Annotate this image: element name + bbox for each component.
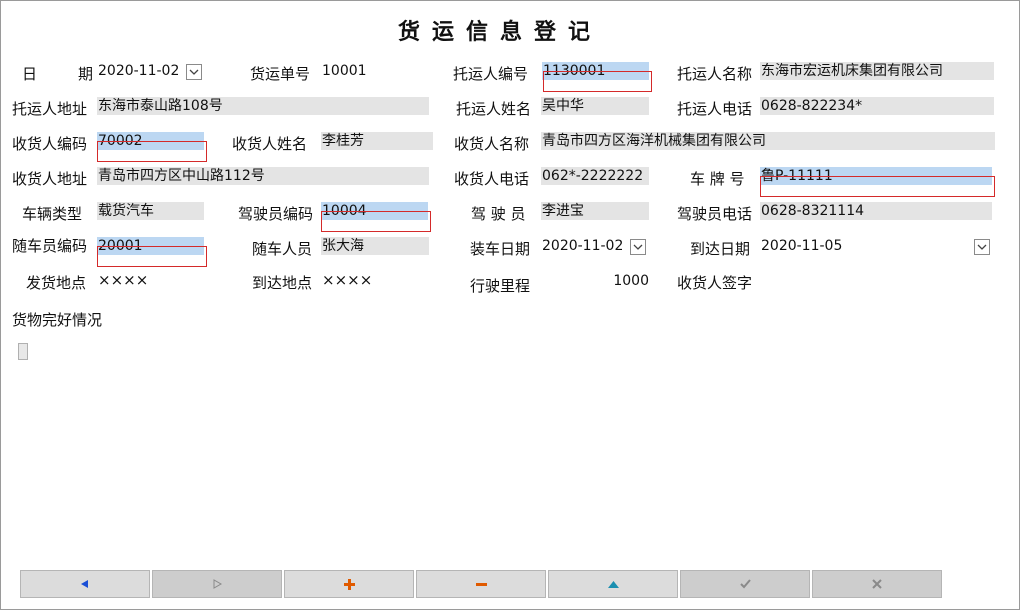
shipper-phone-field[interactable]: 0628-822234*: [760, 97, 994, 115]
waybill-no-field[interactable]: 10001: [321, 62, 422, 80]
consignee-address-field[interactable]: 青岛市四方区中山路112号: [97, 167, 429, 185]
shipper-name-label: 托运人名称: [677, 65, 753, 83]
next-record-button[interactable]: [152, 570, 282, 598]
shipper-code-field[interactable]: 1130001: [542, 62, 649, 80]
form-window: [0, 0, 1020, 610]
date-field[interactable]: 2020-11-02: [97, 62, 183, 80]
date-dropdown-button[interactable]: [186, 64, 202, 80]
shipper-name-field[interactable]: 东海市宏运机床集团有限公司: [760, 62, 994, 80]
signature-label: 收货人签字: [677, 274, 753, 292]
minus-icon: [475, 582, 487, 586]
driver-phone-field[interactable]: 0628-8321114: [760, 202, 992, 220]
condition-checkbox[interactable]: [18, 343, 28, 360]
arrive-date-dropdown-button[interactable]: [974, 239, 990, 255]
driver-code-field[interactable]: 10004: [321, 202, 428, 220]
plate-label: 车 牌 号: [690, 170, 745, 188]
delete-record-button[interactable]: [416, 570, 546, 598]
mileage-label: 行驶里程: [470, 277, 531, 295]
destination-label: 到达地点: [252, 274, 313, 292]
consignee-name-label: 收货人名称: [454, 135, 530, 153]
mileage-field[interactable]: 1000: [541, 272, 649, 290]
shipper-address-field[interactable]: 东海市泰山路108号: [97, 97, 429, 115]
driver-label: 驾 驶 员: [471, 205, 526, 223]
cancel-record-button[interactable]: [812, 570, 942, 598]
condition-label: 货物完好情况: [12, 311, 103, 329]
arrive-date-label: 到达日期: [690, 240, 751, 258]
plus-icon: [343, 578, 355, 590]
consignee-address-label: 收货人地址: [12, 170, 88, 188]
save-record-button[interactable]: [680, 570, 810, 598]
driver-code-label: 驾驶员编码: [238, 205, 314, 223]
vehicle-type-label: 车辆类型: [22, 205, 83, 223]
triangle-left-icon: [81, 580, 88, 588]
plate-field[interactable]: 鲁P-11111: [760, 167, 992, 185]
signature-field[interactable]: [760, 271, 992, 289]
consignee-code-field[interactable]: 70002: [97, 132, 204, 150]
driver-field[interactable]: 李进宝: [541, 202, 649, 220]
origin-label: 发货地点: [26, 274, 87, 292]
vehicle-type-field[interactable]: 载货汽车: [97, 202, 204, 220]
shipper-address-label: 托运人地址: [12, 100, 88, 118]
driver-phone-label: 驾驶员电话: [677, 205, 753, 223]
destination-field[interactable]: ××××: [321, 271, 428, 289]
consignee-phone-label: 收货人电话: [454, 170, 530, 188]
check-icon: [739, 579, 751, 589]
load-date-dropdown-button[interactable]: [630, 239, 646, 255]
shipper-person-field[interactable]: 吴中华: [541, 97, 649, 115]
page-title: 货运信息登记: [397, 19, 602, 45]
chevron-down-icon: [977, 244, 987, 250]
prev-record-button[interactable]: [20, 570, 150, 598]
consignee-code-label: 收货人编码: [12, 135, 88, 153]
shipper-phone-label: 托运人电话: [677, 100, 753, 118]
escort-person-field[interactable]: 张大海: [321, 237, 429, 255]
escort-code-field[interactable]: 20001: [97, 237, 204, 255]
chevron-down-icon: [189, 69, 199, 75]
chevron-down-icon: [633, 244, 643, 250]
consignee-name-field[interactable]: 青岛市四方区海洋机械集团有限公司: [541, 132, 995, 150]
load-date-field[interactable]: 2020-11-02: [541, 237, 627, 255]
arrive-date-field[interactable]: 2020-11-05: [760, 237, 961, 255]
consignee-person-field[interactable]: 李桂芳: [321, 132, 433, 150]
cross-icon: [872, 579, 882, 589]
triangle-up-icon: [607, 580, 619, 588]
edit-record-button[interactable]: [548, 570, 678, 598]
triangle-right-icon: [213, 579, 222, 589]
consignee-phone-field[interactable]: 062*-2222222: [541, 167, 649, 185]
load-date-label: 装车日期: [470, 240, 531, 258]
date-label-2: 期: [78, 65, 94, 83]
consignee-person-label: 收货人姓名: [232, 135, 308, 153]
escort-code-label: 随车员编码: [12, 237, 88, 255]
shipper-code-label: 托运人编号: [453, 65, 529, 83]
origin-field[interactable]: ××××: [97, 271, 204, 289]
date-label-1: 日: [22, 65, 38, 83]
add-record-button[interactable]: [284, 570, 414, 598]
shipper-person-label: 托运人姓名: [456, 100, 532, 118]
waybill-no-label: 货运单号: [250, 65, 311, 83]
escort-person-label: 随车人员: [252, 240, 313, 258]
